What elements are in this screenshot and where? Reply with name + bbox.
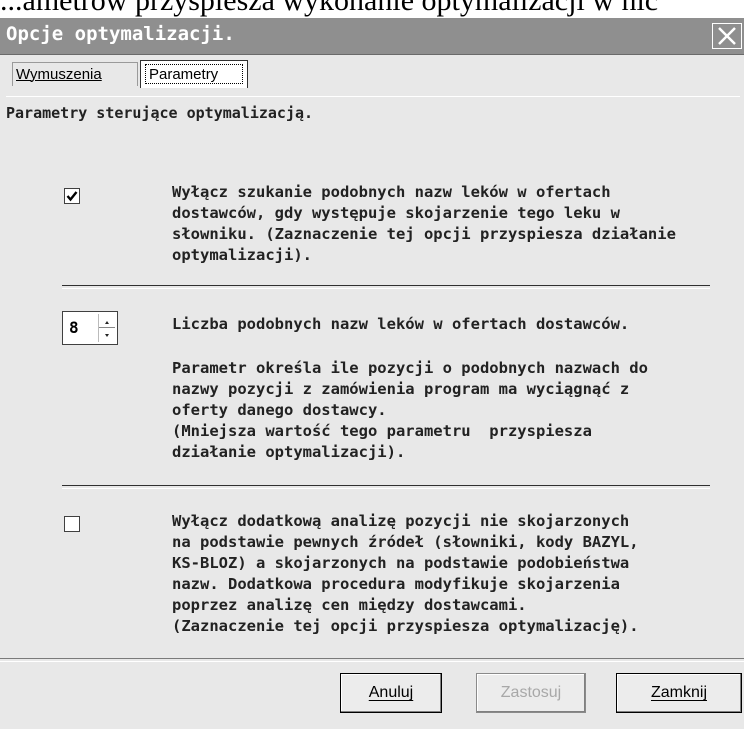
options-dialog: Opcje optymalizacji. Wymuszenia Parametr… xyxy=(0,18,744,729)
disable-additional-analysis-text: Wyłącz dodatkową analizę pozycji nie sko… xyxy=(172,512,639,635)
background-document-text: ...ametrów przyspiesza wykonanie optymal… xyxy=(0,0,659,17)
close-icon xyxy=(718,27,736,45)
spinner-buttons xyxy=(98,314,115,342)
disable-similar-names-text: Wyłącz szukanie podobnych nazw leków w o… xyxy=(172,183,676,264)
separator-1 xyxy=(62,285,710,289)
similar-names-count-label: Liczba podobnych nazw leków w ofertach d… xyxy=(172,315,630,333)
tab-parametry-label: Parametry xyxy=(149,66,219,83)
close-dialog-button-label: Zamknij xyxy=(650,684,707,701)
spinner-down-button[interactable] xyxy=(99,328,115,341)
tab-wymuszenia-label: Wymuszenia xyxy=(16,66,102,83)
close-button[interactable] xyxy=(712,23,742,49)
separator-2 xyxy=(62,485,710,489)
close-dialog-button[interactable]: Zamknij xyxy=(616,673,742,713)
tab-parametry[interactable]: Parametry xyxy=(140,60,248,88)
window-title: Opcje optymalizacji. xyxy=(6,23,235,45)
cancel-button-label: Anuluj xyxy=(368,684,414,701)
panel-subtitle: Parametry sterujące optymalizacją. xyxy=(6,104,314,122)
disable-similar-names-checkbox[interactable] xyxy=(64,188,80,204)
spinner-value: 8 xyxy=(69,318,79,337)
title-bar: Opcje optymalizacji. xyxy=(0,18,744,55)
arrow-down-icon xyxy=(105,334,109,337)
tab-wymuszenia[interactable]: Wymuszenia xyxy=(12,62,138,86)
disable-additional-analysis-checkbox[interactable] xyxy=(64,516,80,532)
similar-names-count-description: Parametr określa ile pozycji o podobnych… xyxy=(172,359,648,461)
checkmark-icon xyxy=(66,191,78,202)
similar-names-count-spinner[interactable]: 8 xyxy=(62,311,118,345)
cancel-button[interactable]: Anuluj xyxy=(340,673,442,713)
button-area-separator xyxy=(0,658,744,662)
apply-button-label: Zastosuj xyxy=(500,684,562,701)
apply-button[interactable]: Zastosuj xyxy=(476,673,586,713)
spinner-up-button[interactable] xyxy=(99,314,115,328)
